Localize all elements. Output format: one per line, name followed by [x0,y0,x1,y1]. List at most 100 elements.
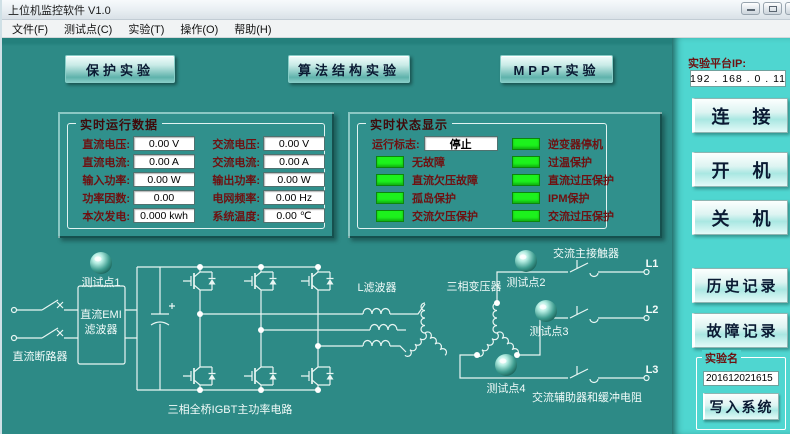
test-point-2-label: 测试点2 [506,276,545,289]
run-flag-value: 停止 [424,136,498,151]
ipm-protection-indicator: IPM保护 [508,190,614,205]
power-on-button[interactable]: 开 机 [692,152,788,187]
overtemp-led [512,156,540,168]
realtime-data-groupbox: 实时运行数据 直流电压:0.00 V 直流电流:0.00 A 输入功率:0.00… [67,123,325,229]
menu-operation[interactable]: 操作(O) [172,19,226,39]
status-left-column: 运行标志: 停止 无故障 直流欠压故障 孤岛保护 交流欠压保护 [372,136,498,223]
status-title: 实时状态显示 [366,116,452,133]
realtime-data-right-column: 交流电压:0.00 V 交流电流:0.00 A 输出功率:0.00 W 电网频率… [202,136,325,223]
test-point-1-label: 测试点1 [81,276,120,289]
no-fault-indicator: 无故障 [372,154,498,169]
main-area: 保护实验 算法结构实验 MPPT实验 实时运行数据 直流电压:0.00 V 直流… [0,38,672,434]
ac-current-row: 交流电流:0.00 A [202,154,325,169]
igbt-bridge-label: 三相全桥IGBT主功率电路 [168,402,293,416]
islanding-protection-indicator: 孤岛保护 [372,190,498,205]
inverter-stop-led [512,138,540,150]
ac-undervoltage-led [376,210,404,222]
energy-generated-row: 本次发电:0.000 kwh [72,208,195,223]
experiment-name-label: 实验名 [702,350,741,366]
realtime-data-panel: 实时运行数据 直流电压:0.00 V 直流电流:0.00 A 输入功率:0.00… [58,112,334,238]
test-point-3-label: 测试点3 [529,325,568,338]
grid-frequency-value: 0.00 Hz [263,190,325,205]
test-point-2-sphere [515,250,537,272]
ac-undervoltage-protection-indicator: 交流欠压保护 [372,208,498,223]
output-power-value: 0.00 W [263,172,325,187]
sidebar: 实验平台IP: 192 . 168 . 0 . 11 连 接 开 机 关 机 历… [672,38,790,434]
l1-terminal-label: L1 [646,258,659,270]
dc-current-value: 0.00 A [133,154,195,169]
experiment-name-groupbox: 实验名 201612021615 写入系统 [696,357,786,430]
status-right-column: 逆变器停机 过温保护 直流过压保护 IPM保护 交流过压保护 [508,136,614,223]
titlebar: 上位机监控软件 V1.0 [0,0,790,20]
dc-undervoltage-led [376,174,404,186]
test-point-3-sphere [535,300,557,322]
menu-experiment[interactable]: 实验(T) [120,19,172,39]
input-power-row: 输入功率:0.00 W [72,172,195,187]
close-button[interactable] [785,2,790,15]
power-factor-value: 0.00 [133,190,195,205]
output-power-row: 输出功率:0.00 W [202,172,325,187]
dc-breaker-label: 直流断路器 [13,349,68,363]
mppt-experiment-button[interactable]: MPPT实验 [500,55,613,83]
power-factor-row: 功率因数:0.00 [72,190,195,205]
app-window: 上位机监控软件 V1.0 文件(F) 测试点(C) 实验(T) 操作(O) 帮助… [0,0,790,434]
realtime-data-left-column: 直流电压:0.00 V 直流电流:0.00 A 输入功率:0.00 W 功率因数… [72,136,195,223]
write-system-button[interactable]: 写入系统 [703,393,779,420]
menu-test-points[interactable]: 测试点(C) [56,19,120,39]
grid-frequency-row: 电网频率:0.00 Hz [202,190,325,205]
menu-help[interactable]: 帮助(H) [226,19,279,39]
l-filter-label: L滤波器 [357,281,396,294]
protection-experiment-button[interactable]: 保护实验 [65,55,175,83]
aux-buffer-label: 交流辅助器和缓冲电阻 [532,390,642,404]
main-contactor-label: 交流主接触器 [553,246,619,260]
minimize-icon [747,9,755,11]
dc-overvoltage-led [512,174,540,186]
inverter-stop-indicator: 逆变器停机 [508,136,614,151]
window-controls [741,2,790,15]
dc-voltage-value: 0.00 V [133,136,195,151]
input-power-value: 0.00 W [133,172,195,187]
dc-current-row: 直流电流:0.00 A [72,154,195,169]
fault-record-button[interactable]: 故障记录 [692,313,788,348]
menu-file[interactable]: 文件(F) [4,19,56,39]
ac-overvoltage-protection-indicator: 交流过压保护 [508,208,614,223]
emi-filter-label-line1: 直流EMI [80,307,122,321]
energy-generated-value: 0.000 kwh [133,208,195,223]
test-point-4-sphere [495,354,517,376]
experiment-name-input[interactable]: 201612021615 [703,371,779,386]
system-temperature-row: 系统温度:0.00 ℃ [202,208,325,223]
dc-voltage-row: 直流电压:0.00 V [72,136,195,151]
connect-button[interactable]: 连 接 [692,98,788,133]
power-circuit-diagram: 直流断路器 测试点1 直流EMI 滤波器 三相全桥IGBT主功率电路 L滤波器 … [0,238,672,434]
system-temperature-value: 0.00 ℃ [263,208,325,223]
platform-ip-input[interactable]: 192 . 168 . 0 . 11 [690,70,786,87]
ac-overvoltage-led [512,210,540,222]
ac-voltage-value: 0.00 V [263,136,325,151]
islanding-led [376,192,404,204]
status-panel: 实时状态显示 运行标志: 停止 无故障 直流欠压故障 孤岛保护 交流欠压保护 逆… [348,112,662,238]
minimize-button[interactable] [741,2,760,15]
ac-voltage-row: 交流电压:0.00 V [202,136,325,151]
menubar: 文件(F) 测试点(C) 实验(T) 操作(O) 帮助(H) [0,20,790,38]
test-point-1-sphere [90,252,112,274]
transformer-label: 三相变压器 [447,279,502,293]
status-groupbox: 实时状态显示 运行标志: 停止 无故障 直流欠压故障 孤岛保护 交流欠压保护 逆… [357,123,607,229]
run-flag-row: 运行标志: 停止 [372,136,498,151]
realtime-data-title: 实时运行数据 [76,116,162,133]
maximize-button[interactable] [763,2,782,15]
history-record-button[interactable]: 历史记录 [692,268,788,303]
l2-terminal-label: L2 [646,304,659,316]
overtemp-protection-indicator: 过温保护 [508,154,614,169]
l3-terminal-label: L3 [646,364,659,376]
power-off-button[interactable]: 关 机 [692,200,788,235]
platform-ip-label: 实验平台IP: [688,55,746,71]
algorithm-structure-experiment-button[interactable]: 算法结构实验 [288,55,410,83]
emi-filter-label-line2: 滤波器 [85,323,118,336]
ac-current-value: 0.00 A [263,154,325,169]
dc-undervoltage-fault-indicator: 直流欠压故障 [372,172,498,187]
no-fault-led [376,156,404,168]
dc-overvoltage-protection-indicator: 直流过压保护 [508,172,614,187]
test-point-4-label: 测试点4 [486,382,525,395]
ipm-led [512,192,540,204]
window-title: 上位机监控软件 V1.0 [0,2,111,18]
